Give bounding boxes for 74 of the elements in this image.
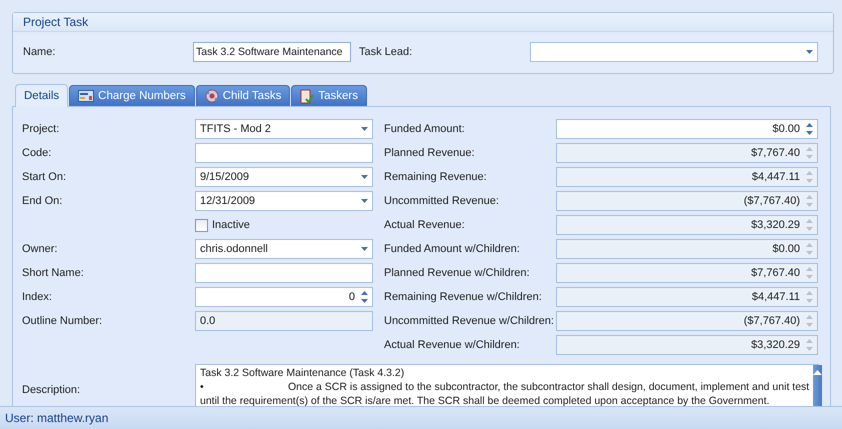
tab[interactable]: Child Tasks — [196, 85, 290, 106]
currency-field: ($7,767.40) — [556, 311, 818, 331]
dropdown-field[interactable]: chris.odonnell — [195, 239, 373, 259]
dropdown-arrow-icon — [361, 247, 368, 251]
field-label: Funded Amount: — [384, 123, 466, 135]
tab[interactable]: Charge Numbers — [69, 85, 195, 106]
currency-field: $4,447.11 — [556, 167, 818, 187]
field-label: Name: — [23, 46, 56, 58]
clipboard-icon — [300, 88, 314, 104]
currency-field: $4,447.11 — [556, 287, 818, 307]
bullet-icon: • — [200, 380, 288, 394]
field-label: Task Lead: — [359, 46, 414, 58]
input-field[interactable] — [195, 263, 373, 283]
currency-field: $3,320.29 — [556, 215, 818, 235]
tab[interactable]: Taskers — [291, 85, 367, 106]
field-label: Index: — [22, 291, 53, 303]
dropdown-field[interactable]: TFITS - Mod 2 — [195, 119, 373, 139]
field-label: Short Name: — [22, 267, 85, 279]
spinner-icon — [806, 147, 813, 159]
field-label: Funded Amount w/Children: — [384, 243, 521, 255]
dropdown-arrow-icon — [361, 175, 368, 179]
tab[interactable]: Details — [15, 84, 68, 107]
field-label: Planned Revenue w/Children: — [384, 267, 531, 279]
spinner-icon — [806, 123, 813, 135]
dropdown-arrow-icon — [361, 199, 368, 203]
field-label: Remaining Revenue w/Children: — [384, 291, 543, 303]
description-text: until the requirement(s) of the SCR is/are met. The SCR shall be deemed completed upon acceptance by the Government. — [200, 394, 770, 406]
field-label: Planned Revenue: — [384, 147, 476, 159]
dropdown-field[interactable]: 9/15/2009 — [195, 167, 373, 187]
task-lead-dropdown[interactable] — [530, 42, 818, 62]
dropdown-field[interactable]: 12/31/2009 — [195, 191, 373, 211]
spinner-icon — [806, 291, 813, 303]
currency-field: $7,767.40 — [556, 263, 818, 283]
spinner-icon — [806, 315, 813, 327]
number-field[interactable]: 0 — [195, 287, 373, 307]
field-label: Uncommitted Revenue w/Children: — [384, 315, 555, 327]
currency-field: $0.00 — [556, 239, 818, 259]
field-label: Code: — [22, 147, 52, 159]
field-label: End On: — [22, 195, 64, 207]
checkbox-label: Inactive — [212, 219, 250, 231]
field-label: Owner: — [22, 243, 58, 255]
field-label: Outline Number: — [22, 315, 104, 327]
spinner-icon — [806, 339, 813, 351]
field-label: Start On: — [22, 171, 68, 183]
scroll-up-icon — [813, 370, 822, 375]
spinner-icon — [806, 171, 813, 183]
field-label: Actual Revenue w/Children: — [384, 339, 521, 351]
currency-field: $3,320.29 — [556, 335, 818, 355]
field-label: Uncommitted Revenue: — [384, 195, 500, 207]
spinner-icon — [806, 219, 813, 231]
card-icon — [78, 90, 94, 102]
field-label: Remaining Revenue: — [384, 171, 488, 183]
currency-field[interactable]: $0.00 — [556, 119, 818, 139]
dropdown-arrow-icon — [361, 127, 368, 131]
readonly-field: 0.0 — [195, 311, 373, 331]
spinner-icon — [806, 195, 813, 207]
spinner-icon — [806, 243, 813, 255]
scrollbar[interactable] — [813, 365, 822, 406]
description-text: Once a SCR is assigned to the subcontractor, the subcontractor shall design, document, implement and unit test — [288, 380, 810, 394]
spinner-icon — [806, 267, 813, 279]
currency-field: ($7,767.40) — [556, 191, 818, 211]
status-user: User: matthew.ryan — [5, 411, 108, 425]
field-label: Description: — [22, 383, 82, 398]
group-title: Project Task — [13, 13, 833, 32]
field-label: Project: — [22, 123, 60, 135]
spinner-icon — [361, 291, 368, 303]
dropdown-arrow-icon — [806, 50, 813, 54]
checkbox[interactable] — [195, 218, 208, 232]
description-heading: Task 3.2 Software Maintenance (Task 4.3.2) — [200, 366, 406, 380]
name-field[interactable]: Task 3.2 Software Maintenance — [193, 42, 351, 62]
input-field[interactable] — [195, 143, 373, 163]
currency-field: $7,767.40 — [556, 143, 818, 163]
description-field[interactable] — [195, 364, 819, 406]
field-label: Actual Revenue: — [384, 219, 466, 231]
